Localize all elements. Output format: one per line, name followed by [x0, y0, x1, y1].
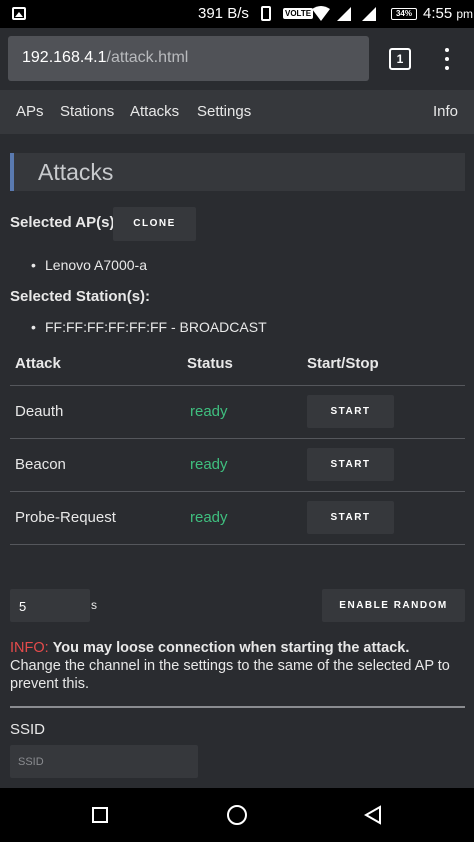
- tab-count: 1: [396, 52, 404, 66]
- signal-icon-2: [362, 7, 376, 25]
- browser-toolbar: 192.168.4.1/attack.html 1: [0, 28, 474, 90]
- nav-attacks[interactable]: Attacks: [130, 103, 179, 120]
- nav-stations[interactable]: Stations: [60, 103, 114, 120]
- network-speed: 391 B/s: [198, 5, 249, 22]
- vibrate-icon: [261, 6, 271, 21]
- overflow-menu-icon[interactable]: [440, 46, 454, 72]
- clock-time: 4:55: [423, 5, 453, 22]
- clone-button[interactable]: CLONE: [113, 207, 196, 241]
- table-header-row: Attack Status Start/Stop: [10, 355, 465, 386]
- status-bar: 391 B/s VOLTE 34% 4:55 pm: [0, 0, 474, 28]
- info-warning: You may loose connection when starting t…: [52, 640, 410, 656]
- col-status-header: Status: [182, 355, 302, 386]
- start-probe-request-button[interactable]: START: [307, 501, 394, 534]
- col-attack-header: Attack: [10, 355, 182, 386]
- attack-action-cell: START: [302, 385, 465, 439]
- clock-ampm: pm: [456, 7, 474, 21]
- home-icon[interactable]: [227, 805, 247, 825]
- info-text: Change the channel in the settings to th…: [10, 658, 450, 692]
- section-divider: [10, 706, 465, 708]
- attack-action-cell: START: [302, 438, 465, 492]
- image-notification-icon: [12, 7, 26, 20]
- url-path: /attack.html: [106, 49, 189, 66]
- battery-icon: 34%: [391, 8, 417, 20]
- system-nav-bar: [0, 788, 474, 842]
- tab-switcher-button[interactable]: 1: [389, 48, 411, 70]
- selected-ap-item: Lenovo A7000-a: [31, 257, 147, 273]
- attack-status: ready: [182, 438, 302, 492]
- start-beacon-button[interactable]: START: [307, 448, 394, 481]
- attacks-table: Attack Status Start/Stop Deauth ready ST…: [10, 355, 465, 545]
- selected-station-item: FF:FF:FF:FF:FF:FF - BROADCAST: [31, 319, 267, 335]
- attack-name: Probe-Request: [10, 491, 182, 545]
- table-row: Probe-Request ready START: [10, 491, 465, 545]
- random-interval-input[interactable]: 5: [10, 589, 90, 622]
- attack-status: ready: [182, 491, 302, 545]
- selected-station-label: Selected Station(s):: [10, 288, 151, 305]
- table-row: Deauth ready START: [10, 385, 465, 439]
- recents-icon[interactable]: [92, 807, 108, 823]
- attack-name: Deauth: [10, 385, 182, 439]
- selected-ap-label: Selected AP(s):: [10, 214, 120, 231]
- main-content: Attacks Selected AP(s): CLONE Lenovo A70…: [0, 134, 474, 788]
- address-bar[interactable]: 192.168.4.1/attack.html: [8, 36, 369, 81]
- page-header: Attacks: [10, 153, 465, 191]
- attack-action-cell: START: [302, 491, 465, 545]
- url-host: 192.168.4.1: [22, 49, 107, 66]
- col-startstop-header: Start/Stop: [302, 355, 465, 386]
- enable-random-button[interactable]: ENABLE RANDOM: [322, 589, 465, 622]
- wifi-icon: [312, 6, 330, 25]
- back-icon[interactable]: [363, 805, 382, 830]
- nav-settings[interactable]: Settings: [197, 103, 251, 120]
- ssid-label: SSID: [10, 721, 46, 738]
- ssid-input[interactable]: SSID: [10, 745, 198, 778]
- battery-percent: 34%: [395, 9, 412, 18]
- random-interval-unit: s: [91, 598, 97, 612]
- site-nav: APs Stations Attacks Settings Info: [0, 90, 474, 134]
- nav-info[interactable]: Info: [433, 103, 458, 120]
- info-tag: INFO:: [10, 640, 49, 656]
- info-message: INFO: You may loose connection when star…: [10, 639, 465, 693]
- table-row: Beacon ready START: [10, 438, 465, 492]
- attack-status: ready: [182, 385, 302, 439]
- start-deauth-button[interactable]: START: [307, 395, 394, 428]
- attack-name: Beacon: [10, 438, 182, 492]
- volte-badge: VOLTE: [283, 8, 314, 19]
- page-title: Attacks: [38, 159, 114, 185]
- clock: 4:55 pm: [423, 5, 473, 22]
- nav-aps[interactable]: APs: [16, 103, 44, 120]
- signal-icon-1: [337, 7, 351, 25]
